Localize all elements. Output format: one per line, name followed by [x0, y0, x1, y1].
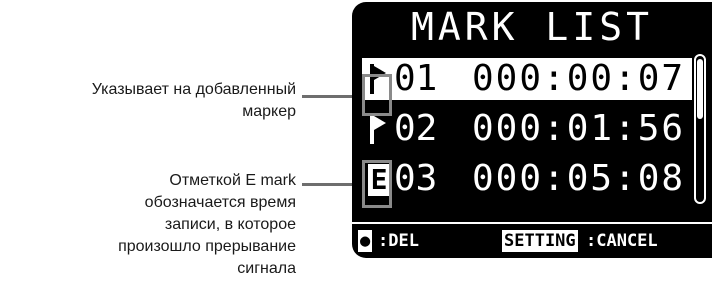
scrollbar-thumb[interactable]	[697, 59, 703, 119]
setting-key[interactable]: SETTING	[502, 230, 578, 252]
marker-highlight-box	[362, 74, 392, 116]
emark-callout-line-2: обозначается время	[144, 194, 296, 211]
mark-number: 02	[394, 108, 438, 149]
scrollbar[interactable]	[694, 54, 706, 204]
record-button-key[interactable]: ●	[358, 230, 373, 252]
mark-time: 000:00:07	[472, 58, 686, 99]
emark-highlight-box	[362, 160, 392, 208]
marker-callout: Указывает на добавленный маркер	[0, 79, 296, 123]
mark-list-item[interactable]: 01 000:00:07	[362, 58, 692, 100]
cancel-softkey-label: :CANCEL	[586, 231, 658, 251]
mark-number: 01	[394, 58, 438, 99]
flag-icon	[368, 112, 392, 146]
marker-callout-line-1: Указывает на добавленный	[91, 81, 296, 98]
emark-callout-line-4: произошло прерывание	[118, 238, 296, 255]
emark-callout-line-5: сигнала	[237, 260, 296, 277]
marker-callout-line-2: маркер	[242, 103, 296, 120]
mark-list-item[interactable]: E 03 000:05:08	[362, 158, 692, 200]
screen-title: MARK LIST	[411, 5, 653, 49]
emark-callout: Отметкой E mark обозначается время запис…	[0, 170, 296, 280]
mark-list-item[interactable]: 02 000:01:56	[362, 108, 692, 150]
mark-time: 000:01:56	[472, 108, 686, 149]
mark-number: 03	[394, 158, 438, 199]
emark-callout-line-3: записи, в которое	[164, 216, 296, 233]
emark-callout-line-1: Отметкой E mark	[169, 172, 296, 189]
del-softkey-label: :DEL	[378, 231, 419, 251]
softkey-bar: ● :DEL SETTING :CANCEL	[352, 222, 712, 258]
mark-list-screen: MARK LIST 01 000:00:07 02 000:01:56 E 03…	[352, 2, 712, 258]
mark-time: 000:05:08	[472, 158, 686, 199]
